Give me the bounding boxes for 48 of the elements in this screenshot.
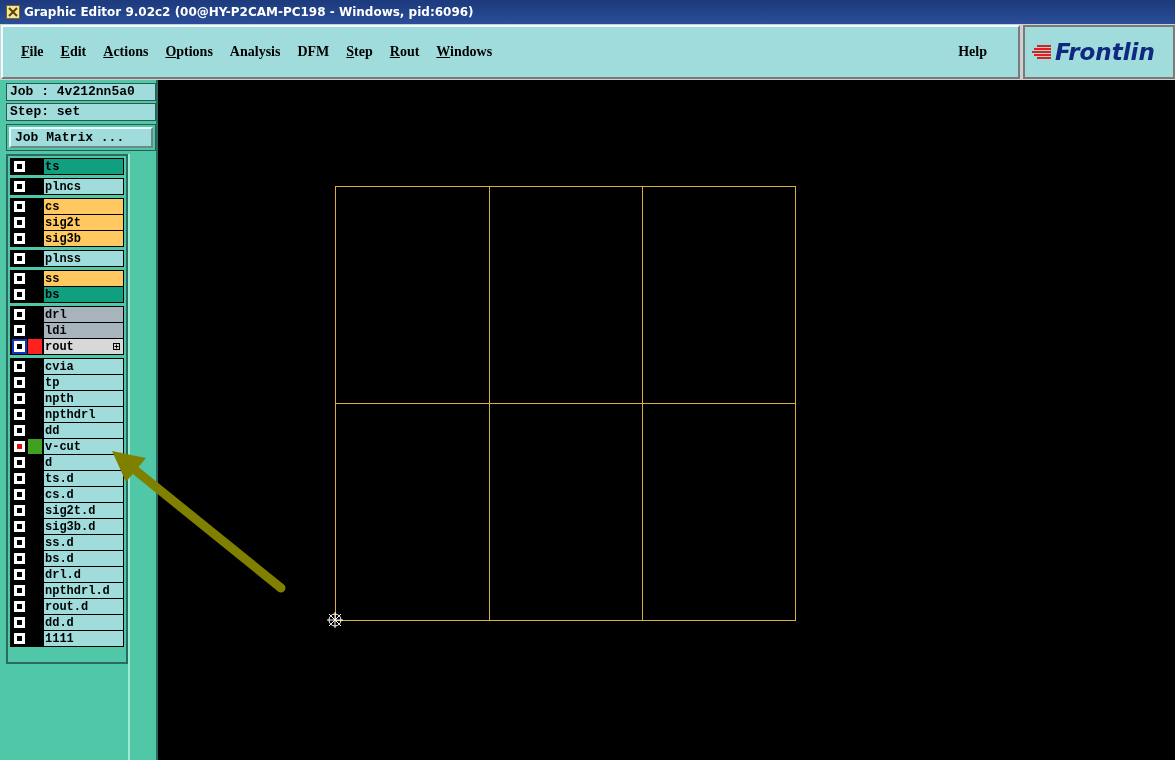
help-menu[interactable]: Help — [958, 44, 987, 60]
layer-name[interactable]: npthdrl.d — [44, 583, 123, 598]
menu-item[interactable]: Edit — [60, 44, 87, 60]
window-title: Graphic Editor 9.02c2 (00@HY-P2CAM-PC198 - Windows, pid:6096) — [24, 5, 474, 19]
layer-name[interactable]: v-cut — [44, 439, 123, 454]
layer-name[interactable]: bs — [44, 287, 123, 302]
layer-name[interactable]: ss.d — [44, 535, 123, 550]
layer-name[interactable]: ldi — [44, 323, 123, 338]
menu-item[interactable]: Step — [346, 44, 373, 60]
menu-item[interactable]: Options — [165, 44, 213, 60]
layer-name[interactable]: dd.d — [44, 615, 123, 630]
logo: Frontlin — [1023, 25, 1175, 79]
layer-name[interactable]: rout.d — [44, 599, 123, 614]
layer-name[interactable]: dd — [44, 423, 123, 438]
layer-name[interactable]: cs.d — [44, 487, 123, 502]
layer-name[interactable]: cs — [44, 199, 123, 214]
layer-name[interactable]: bs.d — [44, 551, 123, 566]
origin-marker-icon — [326, 611, 344, 629]
layer-name[interactable]: sig2t.d — [44, 503, 123, 518]
menu-item[interactable]: DFM — [297, 44, 330, 60]
layer-name[interactable]: sig2t — [44, 215, 123, 230]
menu-item[interactable]: Actions — [103, 44, 149, 60]
app-icon — [6, 5, 20, 19]
layer-name[interactable]: drl.d — [44, 567, 123, 582]
layer-name[interactable]: d — [44, 455, 123, 470]
menu-item[interactable]: File — [21, 44, 44, 60]
layer-name[interactable]: npthdrl — [44, 407, 123, 422]
layer-name[interactable]: plncs — [44, 179, 123, 194]
speed-lines-icon — [1031, 44, 1053, 60]
layer-name[interactable]: tp — [44, 375, 123, 390]
layer-name[interactable]: ts.d — [44, 471, 123, 486]
layer-name[interactable]: ts — [44, 159, 123, 174]
layer-name[interactable]: npth — [44, 391, 123, 406]
layer-name[interactable]: rout — [44, 339, 123, 354]
layer-name[interactable]: cvia — [44, 359, 123, 374]
job-label: Job : 4v212nn5a0 — [6, 83, 156, 101]
layer-name[interactable]: sig3b — [44, 231, 123, 246]
job-matrix-button[interactable]: Job Matrix ... — [9, 127, 153, 148]
step-label: Step: set — [6, 103, 156, 121]
menu-item[interactable]: Windows — [436, 44, 493, 60]
layer-name[interactable]: drl — [44, 307, 123, 322]
expand-icon[interactable] — [113, 343, 120, 350]
layer-name[interactable]: plnss — [44, 251, 123, 266]
layer-name[interactable]: ss — [44, 271, 123, 286]
menu-item[interactable]: Analysis — [229, 44, 281, 60]
layer-name[interactable]: sig3b.d — [44, 519, 123, 534]
layer-name[interactable]: 1111 — [44, 631, 123, 646]
menu-item[interactable]: Rout — [389, 44, 420, 60]
